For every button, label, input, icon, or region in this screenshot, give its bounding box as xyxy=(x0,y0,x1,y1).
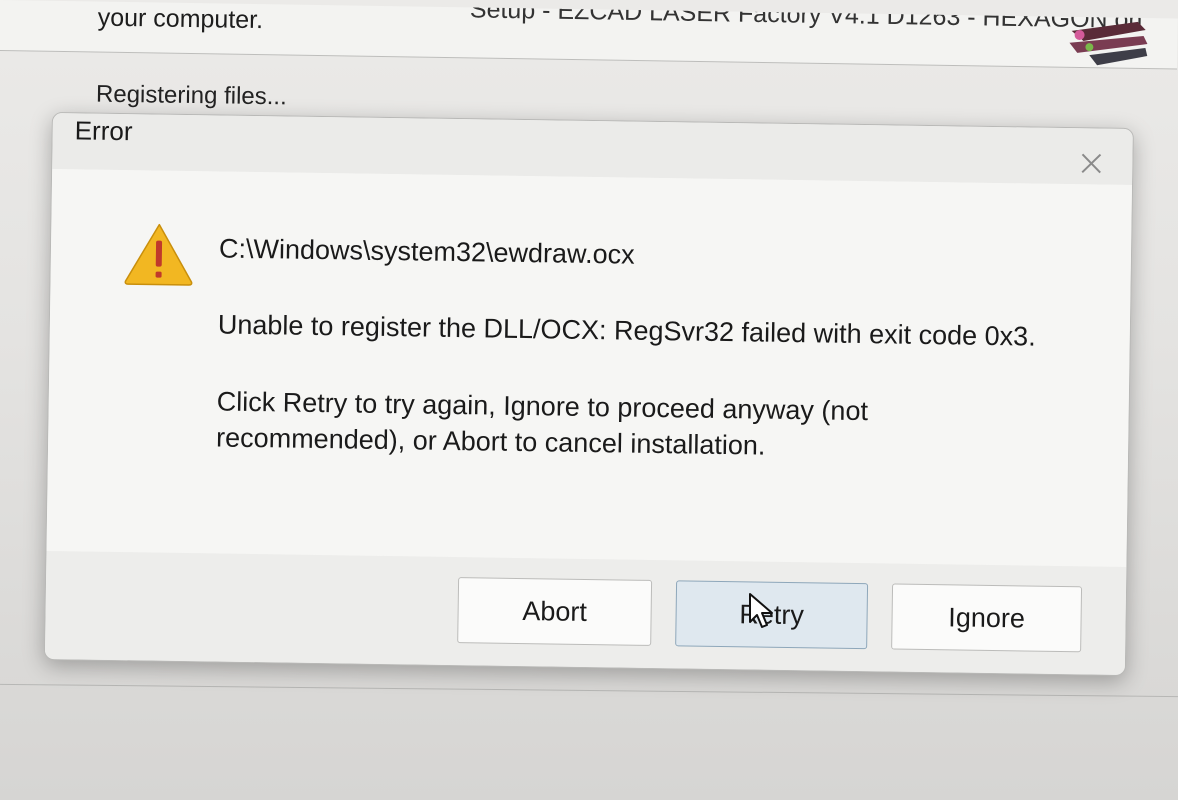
installer-status: Registering files... xyxy=(95,80,287,111)
abort-button[interactable]: Abort xyxy=(457,577,653,646)
ignore-button[interactable]: Ignore xyxy=(891,583,1083,653)
installer-footer-divider xyxy=(0,683,1178,698)
installer-header-text: your computer. xyxy=(97,3,264,35)
installer-header-title: Setup - EZCAD LASER Factory V4.1 D1263 -… xyxy=(469,0,1143,34)
mouse-cursor-icon xyxy=(749,593,773,628)
warning-icon xyxy=(124,223,193,286)
instructions-text: Click Retry to try again, Ignore to proc… xyxy=(215,386,869,461)
error-dialog: Error C:\Windows\system32\ewdraw.ocx Una… xyxy=(43,112,1134,676)
file-path-text: C:\Windows\system32\ewdraw.ocx xyxy=(218,233,635,270)
close-icon[interactable] xyxy=(1076,148,1106,178)
button-bar: Abort Retry Ignore xyxy=(44,550,1127,675)
installer-header: your computer. Setup - EZCAD LASER Facto… xyxy=(0,0,1178,70)
error-message-text: Unable to register the DLL/OCX: RegSvr32… xyxy=(217,309,1036,352)
dialog-content: C:\Windows\system32\ewdraw.ocx Unable to… xyxy=(46,169,1133,567)
installer-logo-icon xyxy=(1069,21,1148,66)
dialog-title: Error xyxy=(74,115,133,147)
